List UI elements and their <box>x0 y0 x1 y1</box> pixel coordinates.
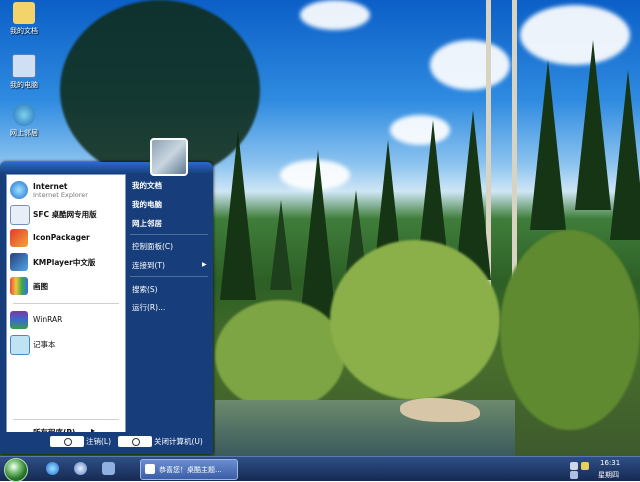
start-item-title: 记事本 <box>33 340 56 349</box>
arrow-right-icon: ▶ <box>202 261 207 268</box>
winrar-icon <box>10 311 28 329</box>
start-menu-separator <box>13 419 119 420</box>
kmplayer-icon <box>10 253 28 271</box>
quicklaunch-media-icon[interactable] <box>74 462 87 475</box>
notepad-icon <box>10 335 30 355</box>
network-tray-icon[interactable] <box>570 462 578 470</box>
start-link-run[interactable]: 运行(R)... <box>132 302 165 313</box>
desktop-icon-label: 我的文档 <box>10 27 38 35</box>
start-item-title: SFC 桌酷网专用版 <box>33 210 97 219</box>
desktop-icon-label: 我的电脑 <box>10 81 38 89</box>
conifer-tree <box>270 200 292 290</box>
start-item-kmplayer[interactable]: KMPlayer中文版 <box>10 251 122 273</box>
lock-icon <box>50 436 84 447</box>
conifer-tree <box>530 60 566 230</box>
start-item-notepad[interactable]: 记事本 <box>10 333 122 355</box>
folder-icon <box>13 2 35 24</box>
clock-time[interactable]: 16:31 <box>600 459 620 467</box>
start-item-paint[interactable]: 画图 <box>10 275 122 297</box>
start-item-sfc[interactable]: SFC 桌酷网专用版 <box>10 203 122 225</box>
start-item-internet[interactable]: Internet Internet Explorer <box>10 179 122 201</box>
start-menu-footer: 注销(L) 关闭计算机(U) <box>0 432 213 454</box>
conifer-tree <box>575 40 611 210</box>
quicklaunch-ie-icon[interactable] <box>46 462 59 475</box>
start-menu: Internet Internet Explorer SFC 桌酷网专用版 Ic… <box>0 138 213 454</box>
computer-icon <box>12 54 36 78</box>
taskbar-window-button[interactable]: 恭喜您！桌酷主题... <box>140 459 238 480</box>
clock-weekday: 星期四 <box>598 471 619 479</box>
network-icon <box>13 104 35 126</box>
logoff-label: 注销(L) <box>86 437 112 446</box>
start-menu-separator <box>13 303 119 304</box>
start-item-title: IconPackager <box>33 233 90 242</box>
bush <box>500 230 640 430</box>
start-item-iconpackager[interactable]: IconPackager <box>10 227 122 249</box>
shutdown-button[interactable]: 关闭计算机(U) <box>118 436 210 448</box>
start-item-title: WinRAR <box>33 315 63 324</box>
start-link-connect-to[interactable]: 连接到(T) <box>132 260 165 271</box>
taskbar: 恭喜您！桌酷主题... 16:31 星期四 <box>0 456 640 482</box>
internet-explorer-icon <box>10 181 28 199</box>
power-icon <box>118 436 152 447</box>
logoff-button[interactable]: 注销(L) <box>50 436 112 448</box>
start-menu-programs-pane: Internet Internet Explorer SFC 桌酷网专用版 Ic… <box>6 174 126 438</box>
start-link-network[interactable]: 网上邻居 <box>132 218 162 229</box>
start-item-title: 画图 <box>33 282 48 291</box>
start-menu-separator <box>130 234 208 235</box>
system-tray: 16:31 星期四 <box>568 459 638 479</box>
desktop-icon-label: 网上邻居 <box>10 129 38 137</box>
sfc-icon <box>10 205 30 225</box>
user-avatar[interactable] <box>150 138 188 176</box>
quicklaunch-desktop-icon[interactable] <box>102 462 115 475</box>
taskbar-window-label: 恭喜您！桌酷主题... <box>159 466 222 474</box>
start-menu-places-pane: 我的文档 我的电脑 网上邻居 控制面板(C) 连接到(T) ▶ 搜索(S) 运行… <box>128 174 210 438</box>
paint-icon <box>10 277 28 295</box>
conifer-tree <box>610 70 640 240</box>
start-link-my-documents[interactable]: 我的文档 <box>132 180 162 191</box>
start-item-winrar[interactable]: WinRAR <box>10 309 122 331</box>
desktop-icon-my-documents[interactable]: 我的文档 <box>2 2 46 36</box>
conifer-tree <box>300 150 336 320</box>
start-item-subtitle: Internet Explorer <box>33 191 88 199</box>
start-link-search[interactable]: 搜索(S) <box>132 284 158 295</box>
shutdown-label: 关闭计算机(U) <box>154 437 203 446</box>
desktop-icon-network[interactable]: 网上邻居 <box>2 104 46 138</box>
cloud <box>430 40 510 90</box>
start-orb-button[interactable] <box>4 458 28 482</box>
window-icon <box>145 464 155 474</box>
start-menu-separator <box>130 276 208 277</box>
start-item-title: KMPlayer中文版 <box>33 258 96 267</box>
start-item-title: Internet <box>33 182 68 191</box>
volume-tray-icon[interactable] <box>581 462 589 470</box>
desktop-icon-my-computer[interactable]: 我的电脑 <box>2 54 46 90</box>
start-link-control-panel[interactable]: 控制面板(C) <box>132 241 173 252</box>
iconpackager-icon <box>10 229 28 247</box>
bush <box>215 300 345 410</box>
tray-icon[interactable] <box>570 471 578 479</box>
cloud <box>300 0 370 30</box>
bush <box>330 240 500 400</box>
start-link-my-computer[interactable]: 我的电脑 <box>132 199 162 210</box>
